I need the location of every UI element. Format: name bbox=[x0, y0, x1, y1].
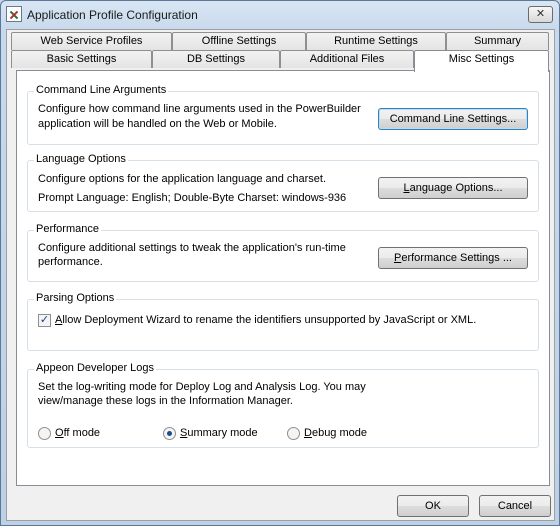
off-mode-label[interactable]: Off mode bbox=[55, 427, 100, 439]
label-mnemonic: D bbox=[304, 427, 312, 439]
tab-additional-files[interactable]: Additional Files bbox=[280, 50, 414, 68]
language-description-2: Prompt Language: English; Double-Byte Ch… bbox=[38, 192, 347, 204]
performance-group: Performance Configure additional setting… bbox=[27, 223, 539, 282]
language-description-1: Configure options for the application la… bbox=[38, 173, 327, 185]
label-text: llow Deployment Wizard to rename the ide… bbox=[62, 314, 477, 326]
label-text: ebug mode bbox=[311, 427, 367, 439]
performance-settings-button[interactable]: Performance Settings ... bbox=[378, 247, 528, 269]
performance-description-2: performance. bbox=[38, 256, 103, 268]
debug-mode-label[interactable]: Debug mode bbox=[304, 427, 367, 439]
cancel-button[interactable]: Cancel bbox=[479, 495, 551, 517]
title-bar[interactable]: Application Profile Configuration ✕ bbox=[1, 1, 559, 29]
label-mnemonic: O bbox=[55, 427, 64, 439]
group-title: Performance bbox=[34, 223, 101, 235]
label-text: ummary mode bbox=[187, 427, 258, 439]
performance-description-1: Configure additional settings to tweak t… bbox=[38, 242, 346, 254]
command-line-description-2: application will be handled on the Web o… bbox=[38, 118, 277, 130]
button-label: erformance Settings ... bbox=[401, 252, 512, 264]
group-title: Parsing Options bbox=[34, 292, 117, 304]
dialog-client-area: Web Service Profiles Offline Settings Ru… bbox=[6, 29, 555, 521]
tab-misc-settings[interactable]: Misc Settings bbox=[414, 50, 549, 72]
close-button[interactable]: ✕ bbox=[528, 6, 553, 23]
tab-summary[interactable]: Summary bbox=[446, 32, 549, 50]
group-title: Language Options bbox=[34, 153, 128, 165]
parsing-group: Parsing Options ✓ Allow Deployment Wizar… bbox=[27, 292, 539, 351]
group-title: Appeon Developer Logs bbox=[34, 362, 157, 374]
logs-description-1: Set the log-writing mode for Deploy Log … bbox=[38, 381, 366, 393]
summary-mode-label[interactable]: Summary mode bbox=[180, 427, 258, 439]
debug-mode-radio[interactable] bbox=[287, 427, 300, 440]
summary-mode-radio[interactable] bbox=[163, 427, 176, 440]
tab-offline-settings[interactable]: Offline Settings bbox=[172, 32, 306, 50]
window-title: Application Profile Configuration bbox=[27, 8, 198, 22]
group-title: Command Line Arguments bbox=[34, 84, 169, 96]
button-label: anguage Options... bbox=[409, 182, 503, 194]
ok-button[interactable]: OK bbox=[397, 495, 469, 517]
logs-description-2: view/manage these logs in the Informatio… bbox=[38, 395, 293, 407]
command-line-settings-button[interactable]: Command Line Settings... bbox=[378, 108, 528, 130]
dialog-window: Application Profile Configuration ✕ Web … bbox=[0, 0, 560, 526]
command-line-group: Command Line Arguments Configure how com… bbox=[27, 84, 539, 145]
tab-db-settings[interactable]: DB Settings bbox=[152, 50, 280, 68]
tab-basic-settings[interactable]: Basic Settings bbox=[11, 50, 152, 68]
tab-runtime-settings[interactable]: Runtime Settings bbox=[306, 32, 446, 50]
language-group: Language Options Configure options for t… bbox=[27, 153, 539, 212]
label-text: ff mode bbox=[63, 427, 101, 439]
language-options-button[interactable]: Language Options... bbox=[378, 177, 528, 199]
command-line-description-1: Configure how command line arguments use… bbox=[38, 103, 361, 115]
developer-logs-group: Appeon Developer Logs Set the log-writin… bbox=[27, 362, 539, 448]
app-icon bbox=[6, 6, 22, 22]
off-mode-radio[interactable] bbox=[38, 427, 51, 440]
rename-identifiers-label[interactable]: Allow Deployment Wizard to rename the id… bbox=[55, 314, 476, 326]
misc-settings-panel: Command Line Arguments Configure how com… bbox=[16, 70, 550, 486]
rename-identifiers-checkbox[interactable]: ✓ bbox=[38, 314, 51, 327]
tab-web-service-profiles[interactable]: Web Service Profiles bbox=[11, 32, 172, 50]
